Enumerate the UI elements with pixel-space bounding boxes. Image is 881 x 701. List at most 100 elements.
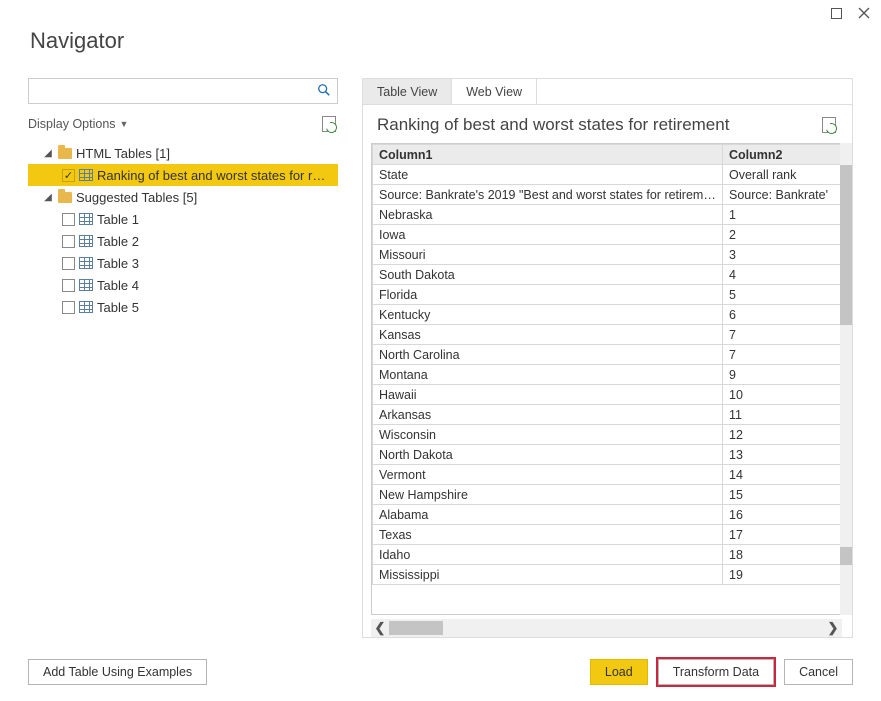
tree-item[interactable]: Table 3 [28,252,338,274]
refresh-icon[interactable] [322,116,338,132]
display-options-label: Display Options [28,117,116,131]
transform-data-button[interactable]: Transform Data [658,659,774,685]
table-icon [79,235,93,247]
vertical-scroll-thumb[interactable] [840,165,852,325]
table-row[interactable]: Idaho18 [373,545,842,565]
table-cell: Source: Bankrate' [723,185,842,205]
table-cell: North Carolina [373,345,723,365]
preview-table: Column1Column2StateOverall rankSource: B… [372,144,842,585]
table-icon [79,169,93,181]
tree-item[interactable]: ✓ Ranking of best and worst states for re… [28,164,338,186]
table-row[interactable]: Kansas7 [373,325,842,345]
scroll-left-arrow[interactable]: ❮ [371,620,389,636]
table-row[interactable]: Florida5 [373,285,842,305]
checkbox[interactable] [62,301,75,314]
tab-table-view[interactable]: Table View [363,79,452,104]
table-cell: Source: Bankrate's 2019 "Best and worst … [373,185,723,205]
table-row[interactable]: Wisconsin12 [373,425,842,445]
table-row[interactable]: South Dakota4 [373,265,842,285]
table-row[interactable]: Hawaii10 [373,385,842,405]
table-cell: South Dakota [373,265,723,285]
table-row[interactable]: New Hampshire15 [373,485,842,505]
table-cell: Wisconsin [373,425,723,445]
tree-item[interactable]: Table 1 [28,208,338,230]
table-cell: Iowa [373,225,723,245]
vertical-scroll-thumb[interactable] [840,547,852,565]
load-button[interactable]: Load [590,659,648,685]
tree-item[interactable]: Table 4 [28,274,338,296]
table-cell: 19 [723,565,842,585]
table-icon [79,213,93,225]
table-row[interactable]: Missouri3 [373,245,842,265]
window-maximize-button[interactable] [829,6,843,20]
column-header[interactable]: Column1 [373,145,723,165]
table-cell: Idaho [373,545,723,565]
table-cell: North Dakota [373,445,723,465]
checkbox[interactable] [62,257,75,270]
table-cell: 12 [723,425,842,445]
add-table-using-examples-button[interactable]: Add Table Using Examples [28,659,207,685]
tree-item-label: Table 1 [97,212,332,227]
table-row[interactable]: Alabama16 [373,505,842,525]
table-row[interactable]: Texas17 [373,525,842,545]
table-cell: State [373,165,723,185]
table-row[interactable]: Vermont14 [373,465,842,485]
navigation-tree: ◢ HTML Tables [1]✓ Ranking of best and wor… [28,142,338,648]
search-input[interactable] [35,83,317,100]
table-cell: 14 [723,465,842,485]
preview-tabs: Table ViewWeb View [363,79,852,105]
window-close-button[interactable] [857,6,871,20]
table-icon [79,279,93,291]
table-row[interactable]: Arkansas11 [373,405,842,425]
table-row[interactable]: Source: Bankrate's 2019 "Best and worst … [373,185,842,205]
table-row[interactable]: StateOverall rank [373,165,842,185]
tree-group-label: HTML Tables [1] [76,146,332,161]
table-cell: Mississippi [373,565,723,585]
table-cell: 2 [723,225,842,245]
table-row[interactable]: Mississippi19 [373,565,842,585]
checkbox[interactable] [62,279,75,292]
expand-toggle-icon[interactable]: ◢ [42,192,54,203]
tree-item[interactable]: Table 5 [28,296,338,318]
tree-group[interactable]: ◢Suggested Tables [5] [28,186,338,208]
checkbox[interactable] [62,235,75,248]
tab-web-view[interactable]: Web View [452,79,537,104]
table-row[interactable]: North Carolina7 [373,345,842,365]
checkbox[interactable] [62,213,75,226]
cancel-button[interactable]: Cancel [784,659,853,685]
table-cell: 13 [723,445,842,465]
expand-toggle-icon[interactable]: ◢ [42,148,54,159]
table-cell: Overall rank [723,165,842,185]
preview-title: Ranking of best and worst states for ret… [377,115,729,135]
table-icon [79,257,93,269]
checkbox[interactable]: ✓ [62,169,75,182]
horizontal-scroll-thumb[interactable] [389,621,443,635]
table-cell: Hawaii [373,385,723,405]
column-header[interactable]: Column2 [723,145,842,165]
table-cell: Missouri [373,245,723,265]
vertical-scrollbar[interactable] [840,143,852,615]
table-cell: 7 [723,345,842,365]
tree-group[interactable]: ◢ HTML Tables [1] [28,142,338,164]
table-row[interactable]: Kentucky6 [373,305,842,325]
horizontal-scrollbar[interactable]: ❮ ❯ [371,619,842,637]
tree-item[interactable]: Table 2 [28,230,338,252]
search-box[interactable] [28,78,338,104]
table-row[interactable]: Montana9 [373,365,842,385]
table-row[interactable]: Nebraska1 [373,205,842,225]
tree-item-label: Table 3 [97,256,332,271]
tree-item-label: Table 5 [97,300,332,315]
folder-icon [58,148,72,159]
tree-item-label: Table 4 [97,278,332,293]
dialog-title: Navigator [30,28,851,54]
table-row[interactable]: Iowa2 [373,225,842,245]
table-cell: Florida [373,285,723,305]
preview-refresh-icon[interactable] [822,117,838,133]
table-cell: Texas [373,525,723,545]
display-options-dropdown[interactable]: Display Options ▼ [28,117,128,131]
table-row[interactable]: North Dakota13 [373,445,842,465]
search-icon[interactable] [317,83,331,100]
table-cell: 6 [723,305,842,325]
tree-item-label: Ranking of best and worst states for ret… [97,168,332,183]
scroll-right-arrow[interactable]: ❯ [824,620,842,636]
